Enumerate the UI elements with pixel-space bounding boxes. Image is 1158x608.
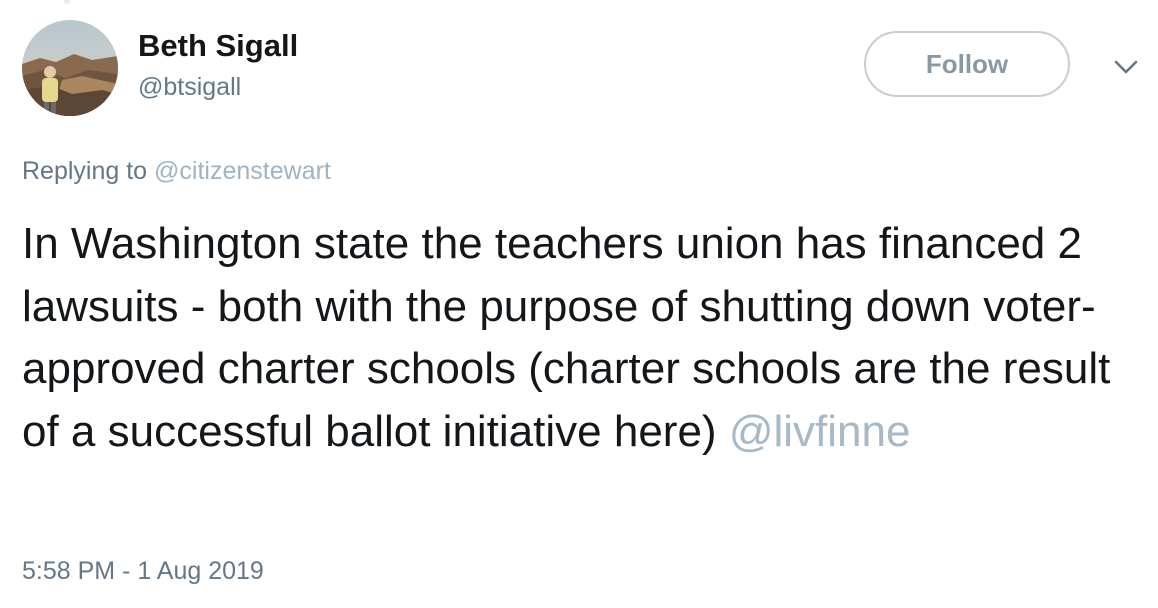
user-handle[interactable]: @btsigall <box>138 72 241 102</box>
tweet-mention-link[interactable]: @livfinne <box>729 407 911 456</box>
replying-to-label: Replying to <box>22 157 148 185</box>
timestamp[interactable]: 5:58 PM - 1 Aug 2019 <box>22 556 264 586</box>
tweet-card: Beth Sigall @btsigall Follow Replying to… <box>0 0 1158 608</box>
follow-button[interactable]: Follow <box>864 31 1070 97</box>
reply-mention-link[interactable]: @citizenstewart <box>154 157 331 185</box>
tweet-body: In Washington state the teachers union h… <box>22 219 1111 456</box>
chevron-down-icon[interactable] <box>1112 57 1140 77</box>
thread-connector <box>64 0 70 4</box>
tweet-text: In Washington state the teachers union h… <box>22 213 1142 463</box>
replying-to-line: Replying to @citizenstewart <box>22 156 331 186</box>
avatar-image <box>22 20 118 116</box>
display-name[interactable]: Beth Sigall <box>138 28 298 64</box>
avatar[interactable] <box>22 20 118 116</box>
